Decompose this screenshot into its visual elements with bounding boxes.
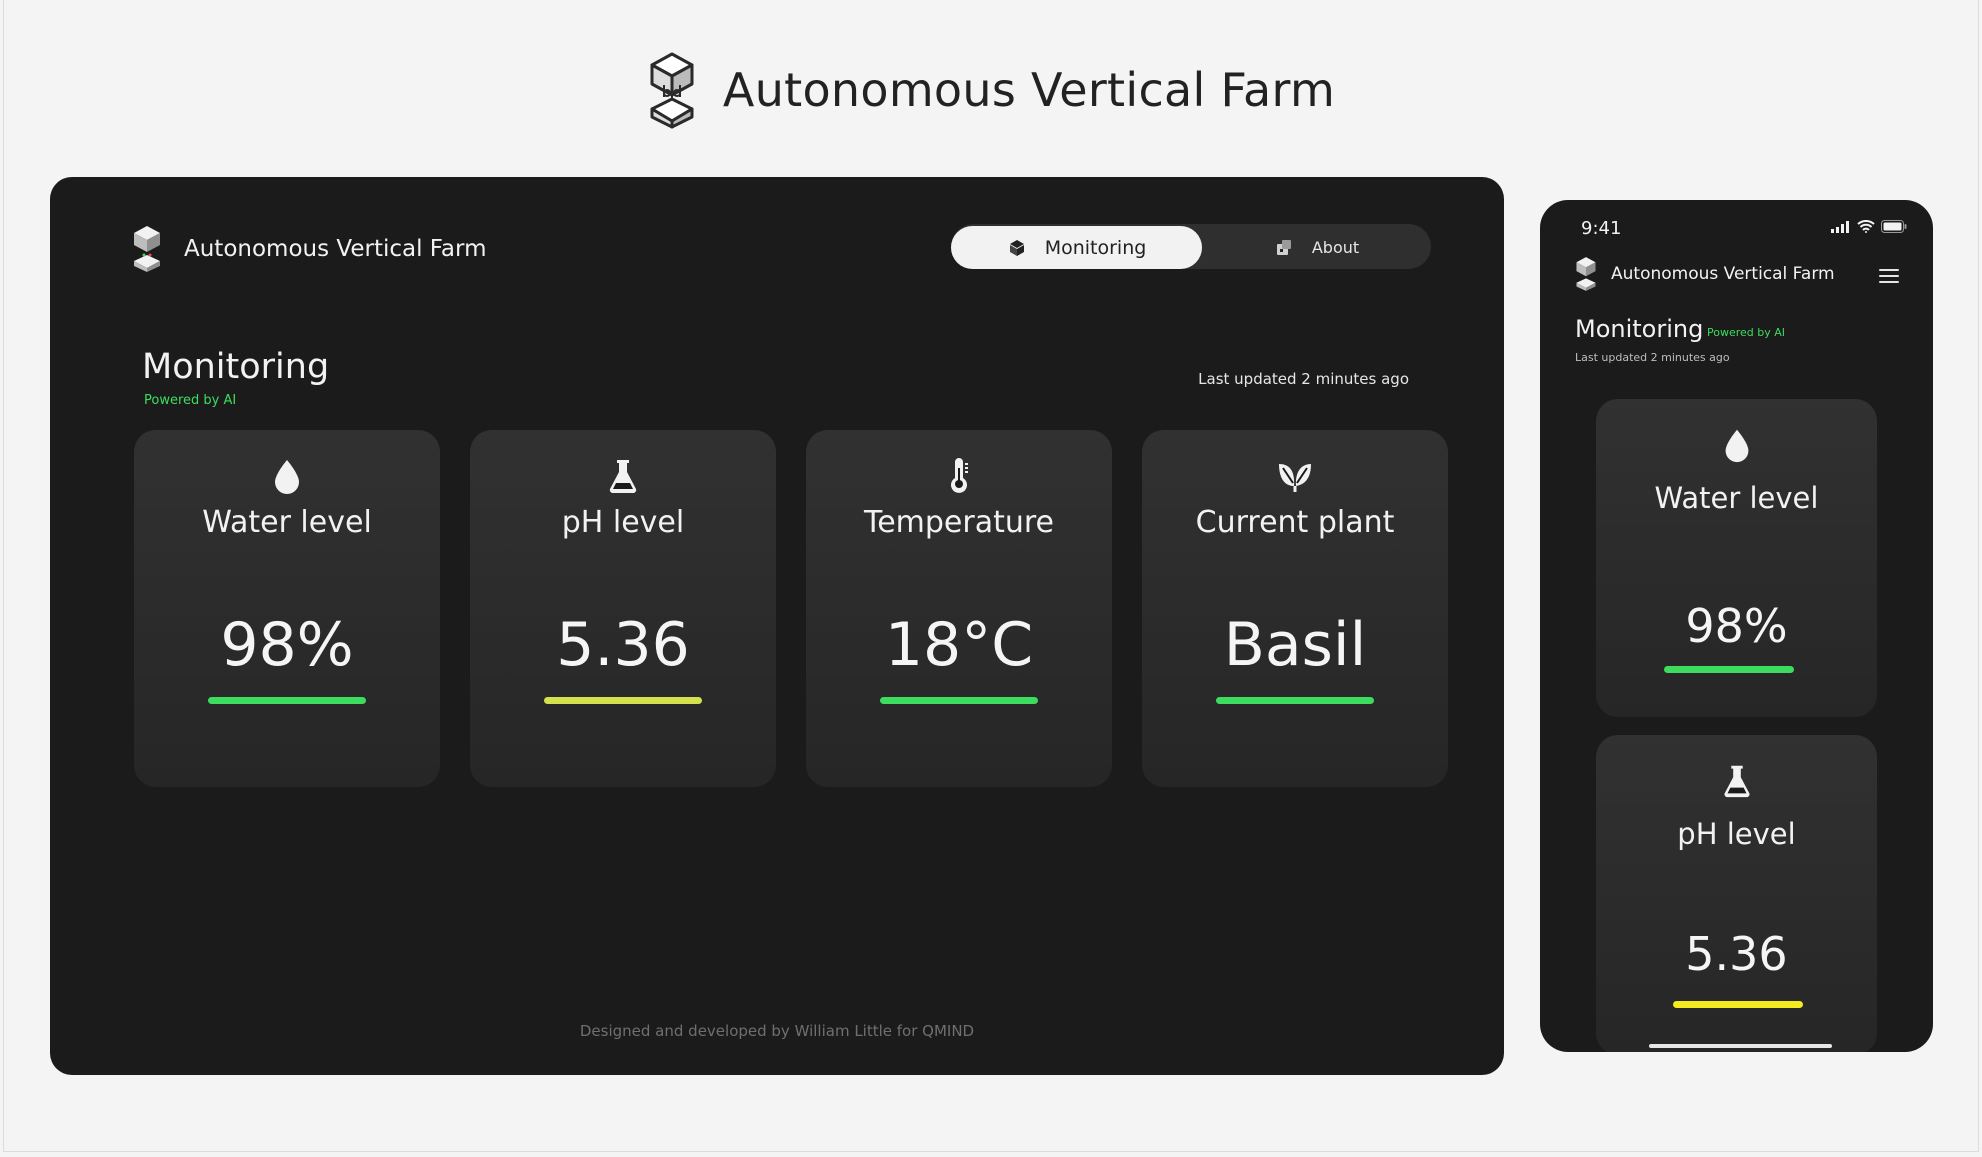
mobile-app: 9:41 Autonomous Vertical Farm Monitoring… [1540,200,1933,1052]
status-bar [1216,697,1374,704]
section-title: Monitoring [142,347,330,387]
nav-segmented-control: Monitoring About [951,224,1431,269]
leaf-icon [1279,464,1311,492]
section-title: Monitoring [1575,315,1704,343]
metric-card-current-plant[interactable]: Current plant Basil [1142,430,1448,787]
status-bar [1664,666,1794,673]
mobile-brand[interactable]: Autonomous Vertical Farm [1575,256,1835,292]
wifi-icon [1857,220,1875,233]
flask-icon [609,460,637,494]
tab-monitoring[interactable]: Monitoring [951,226,1202,269]
metric-label: pH level [561,505,685,540]
metric-value: 5.36 [556,610,690,680]
status-bar [1673,1001,1803,1008]
metric-card-water-level[interactable]: Water level 98% [134,430,440,787]
tab-about-label: About [1311,238,1360,257]
metric-label: pH level [1677,817,1796,851]
hamburger-menu-icon[interactable] [1879,269,1899,283]
cube-icon [1009,239,1024,256]
metric-label: Current plant [1195,505,1395,540]
powered-by-label: Powered by AI [1707,326,1786,339]
water-drop-icon [275,460,299,494]
last-updated-text: Last updated 2 minutes ago [1575,351,1730,364]
about-icon [1276,239,1291,255]
water-drop-icon [1725,429,1748,463]
status-bar [544,697,702,704]
battery-icon [1881,220,1907,233]
signal-icon [1831,220,1849,233]
status-bar [208,697,366,704]
status-bar [880,697,1038,704]
status-icons [1831,220,1907,233]
farm-logo-icon [650,52,694,129]
flask-icon [1723,765,1750,798]
thermometer-icon [951,458,968,493]
metric-label: Temperature [863,505,1055,540]
powered-by-label: Powered by AI [144,393,237,408]
footer-credit: Designed and developed by William Little… [579,1022,975,1040]
metric-value: 98% [220,610,354,680]
metric-value: 18°C [884,610,1034,680]
metric-label: Water level [1654,481,1819,515]
desktop-brand-name: Autonomous Vertical Farm [184,236,487,262]
tab-about[interactable]: About [1202,226,1431,269]
page-title: Autonomous Vertical Farm [722,63,1336,117]
desktop-app: Autonomous Vertical Farm Monitoring Abou… [50,177,1504,1075]
page-heading: Autonomous Vertical Farm [0,48,1982,132]
metric-value: 5.36 [1685,927,1788,981]
metric-cards: Water level 98% pH level 5.36 Temperatur… [134,430,1448,787]
metric-card-temperature[interactable]: Temperature 18°C [806,430,1112,787]
metric-card-ph-level[interactable]: pH level 5.36 [1596,735,1877,1052]
mobile-brand-name: Autonomous Vertical Farm [1611,264,1835,284]
desktop-brand[interactable]: Autonomous Vertical Farm [132,225,486,273]
home-indicator [1649,1044,1832,1048]
metric-value: 98% [1685,599,1788,653]
metric-card-water-level[interactable]: Water level 98% [1596,399,1877,717]
farm-logo-icon [134,226,160,272]
farm-logo-icon [1576,257,1596,291]
metric-value: Basil [1223,610,1367,680]
status-time: 9:41 [1581,218,1622,239]
metric-label: Water level [202,505,372,540]
metric-card-ph-level[interactable]: pH level 5.36 [470,430,776,787]
last-updated-text: Last updated 2 minutes ago [1198,370,1409,388]
tab-monitoring-label: Monitoring [1044,236,1147,259]
